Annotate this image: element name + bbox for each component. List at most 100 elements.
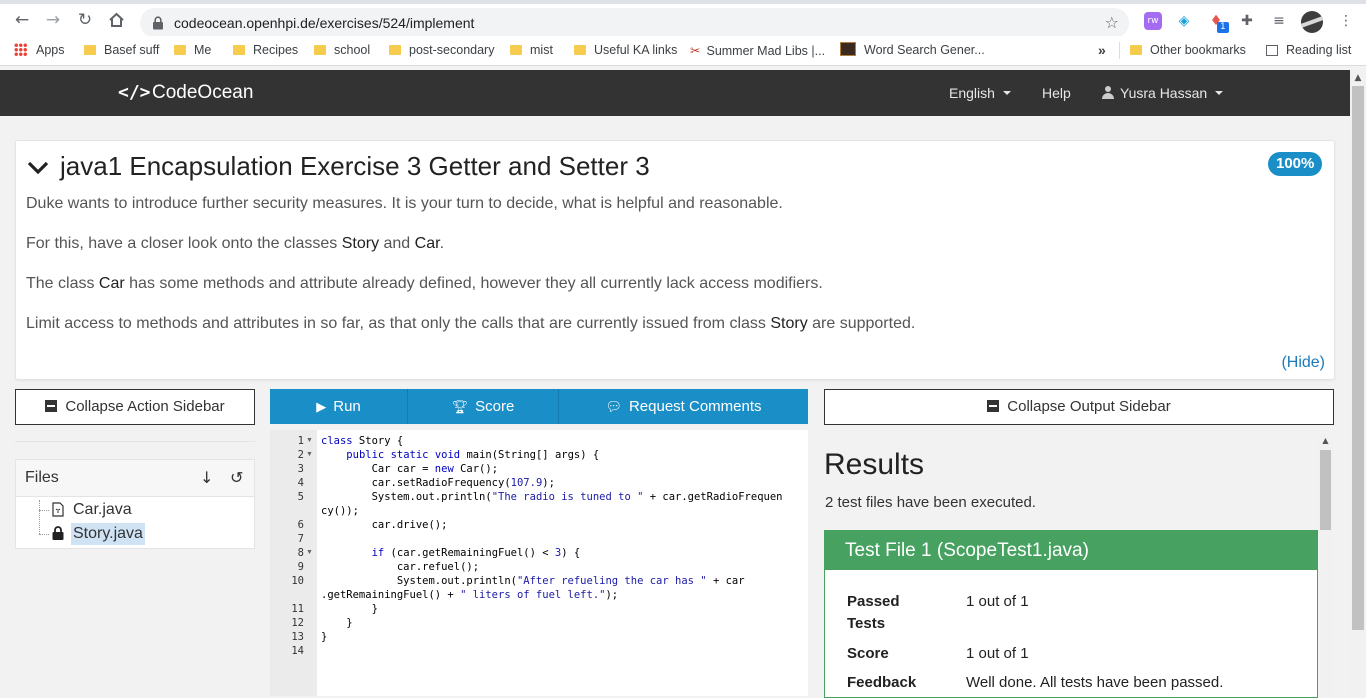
bookmark-folder[interactable]: Recipes bbox=[233, 36, 298, 65]
code-line[interactable]: } bbox=[321, 602, 378, 616]
media-queue-icon[interactable]: ≡ bbox=[1270, 12, 1288, 30]
code-line[interactable]: System.out.println("After refueling the … bbox=[321, 574, 745, 588]
files-title: Files bbox=[25, 469, 59, 486]
code-line[interactable]: car.refuel(); bbox=[321, 560, 479, 574]
fold-arrow-icon[interactable]: ▼ bbox=[306, 546, 313, 560]
results-title: Results bbox=[824, 448, 925, 481]
page-scrollbar-thumb[interactable] bbox=[1352, 86, 1364, 630]
folder-icon bbox=[233, 45, 245, 55]
other-bookmarks[interactable]: Other bookmarks bbox=[1130, 36, 1246, 65]
passed-tests-value: 1 out of 1 bbox=[966, 593, 1029, 610]
bookmark-folder[interactable]: Basef suff bbox=[84, 36, 159, 65]
line-number: 13 bbox=[291, 631, 304, 643]
lock-icon bbox=[152, 16, 164, 30]
hide-description-link[interactable]: (Hide) bbox=[1281, 354, 1325, 372]
minus-square-icon bbox=[987, 400, 1000, 412]
history-icon[interactable]: ↺ bbox=[230, 460, 243, 496]
results-summary: 2 test files have been executed. bbox=[825, 494, 1036, 511]
page-scrollbar[interactable]: ▲ bbox=[1350, 70, 1366, 696]
test-file-header: Test File 1 (ScopeTest1.java) bbox=[825, 531, 1317, 570]
file-item-car-java[interactable]: Car.java bbox=[71, 499, 134, 521]
scroll-up-arrow-icon[interactable]: ▲ bbox=[1318, 434, 1333, 448]
chevron-down-icon[interactable] bbox=[26, 155, 50, 179]
collapse-action-sidebar-button[interactable]: Collapse Action Sidebar bbox=[15, 389, 255, 425]
file-item-story-java[interactable]: Story.java bbox=[71, 523, 145, 545]
code-line[interactable]: } bbox=[321, 630, 327, 644]
comment-icon: 💬︎ bbox=[605, 400, 622, 415]
apps-grid-icon bbox=[14, 43, 27, 56]
home-icon[interactable] bbox=[108, 12, 125, 28]
reading-list[interactable]: Reading list bbox=[1266, 36, 1351, 65]
extensions-puzzle-icon[interactable]: ✚ bbox=[1238, 12, 1256, 30]
help-link[interactable]: Help bbox=[1042, 70, 1071, 116]
progress-badge: 100% bbox=[1268, 152, 1323, 176]
browser-menu-icon[interactable]: ⋮ bbox=[1337, 12, 1355, 30]
back-arrow-icon[interactable]: ← bbox=[10, 4, 34, 36]
line-number: 12 bbox=[291, 617, 304, 629]
bookmark-folder[interactable]: school bbox=[314, 36, 370, 65]
code-line[interactable]: car.drive(); bbox=[321, 518, 448, 532]
code-line[interactable]: Car car = new Car(); bbox=[321, 462, 498, 476]
user-menu[interactable]: Yusra Hassan bbox=[1102, 70, 1224, 116]
java-file-icon bbox=[52, 502, 64, 517]
code-logo-icon[interactable]: </> bbox=[118, 70, 151, 116]
user-icon bbox=[1102, 86, 1114, 99]
app-name[interactable]: CodeOcean bbox=[152, 70, 253, 116]
folder-icon bbox=[510, 45, 522, 55]
reload-icon[interactable]: ↻ bbox=[73, 4, 97, 36]
line-number: 4 bbox=[297, 477, 304, 489]
forward-arrow-icon[interactable]: → bbox=[41, 4, 65, 36]
scroll-up-arrow-icon[interactable]: ▲ bbox=[1350, 70, 1366, 86]
address-bar[interactable]: codeocean.openhpi.de/exercises/524/imple… bbox=[140, 8, 1129, 38]
bookmark-folder[interactable]: Useful KA links bbox=[574, 36, 677, 65]
request-comments-button[interactable]: 💬︎ Request Comments bbox=[559, 389, 808, 424]
code-line[interactable]: } bbox=[321, 616, 352, 630]
test-file-title: Test File 1 (ScopeTest1.java) bbox=[845, 540, 1089, 561]
fold-arrow-icon[interactable]: ▼ bbox=[306, 448, 313, 462]
collapse-output-sidebar-button[interactable]: Collapse Output Sidebar bbox=[824, 389, 1334, 425]
code-line[interactable]: System.out.println("The radio is tuned t… bbox=[321, 490, 783, 504]
bookmark-folder[interactable]: post-secondary bbox=[389, 36, 494, 65]
code-line[interactable]: .getRemainingFuel() + " liters of fuel l… bbox=[321, 588, 618, 602]
line-number: 8 bbox=[297, 547, 304, 559]
code-line[interactable]: car.setRadioFrequency(107.9); bbox=[321, 476, 555, 490]
line-number bbox=[270, 504, 304, 518]
folder-icon bbox=[84, 45, 96, 55]
extension-diamond-icon[interactable]: ◈ bbox=[1175, 12, 1193, 30]
bookmark-apps[interactable]: Apps bbox=[14, 36, 65, 65]
bookmark-folder[interactable]: Me bbox=[174, 36, 211, 65]
fold-arrow-icon[interactable]: ▼ bbox=[306, 434, 313, 448]
browser-toolbar: ← → ↻ codeocean.openhpi.de/exercises/524… bbox=[0, 4, 1366, 38]
bookmark-star-icon[interactable]: ☆ bbox=[1105, 8, 1119, 38]
tree-line bbox=[39, 510, 49, 511]
profile-avatar[interactable] bbox=[1301, 11, 1323, 33]
code-line[interactable]: class Story { bbox=[321, 434, 403, 448]
line-number bbox=[270, 588, 304, 602]
bookmark-folder[interactable]: mist bbox=[510, 36, 553, 65]
code-line[interactable]: cy()); bbox=[321, 504, 359, 518]
feedback-label: Feedback bbox=[847, 674, 917, 691]
folder-icon bbox=[389, 45, 401, 55]
download-arrow-icon[interactable]: ↓ bbox=[200, 460, 213, 496]
extension-puzzle-purple-icon[interactable]: rw bbox=[1144, 12, 1162, 30]
tree-line bbox=[39, 500, 41, 534]
results-scrollbar[interactable]: ▲ bbox=[1318, 434, 1333, 696]
language-dropdown[interactable]: English bbox=[949, 70, 1011, 116]
tree-line bbox=[39, 534, 49, 535]
description-paragraph: The class Car has some methods and attri… bbox=[26, 275, 823, 292]
extension-shapes-icon[interactable]: ♦ 1 bbox=[1207, 12, 1229, 33]
bookmark-wordsearch[interactable]: Word Search Gener... bbox=[840, 36, 985, 65]
code-line[interactable]: public static void main(String[] args) { bbox=[321, 448, 599, 462]
exercise-description-card: java1 Encapsulation Exercise 3 Getter an… bbox=[15, 140, 1335, 380]
code-line[interactable]: if (car.getRemainingFuel() < 3) { bbox=[321, 546, 581, 560]
score-button[interactable]: 🏆︎ Score bbox=[408, 389, 559, 424]
line-number: 9 bbox=[297, 561, 304, 573]
line-number: 7 bbox=[297, 533, 304, 545]
bookmarks-bar: Apps Basef suff Me Recipes school post-s… bbox=[0, 36, 1366, 66]
code-editor[interactable]: 1 ▼ 2 ▼ 3 4 5 6 7 8 ▼ 9 10 11 12 13 14 class Story { pub… bbox=[270, 430, 808, 696]
run-button[interactable]: ▶ Run bbox=[270, 389, 408, 424]
results-scrollbar-thumb[interactable] bbox=[1320, 450, 1331, 530]
bookmark-madlibs[interactable]: ✂ Summer Mad Libs |... bbox=[690, 36, 825, 65]
bookmarks-overflow-button[interactable]: » bbox=[1098, 36, 1106, 65]
folder-icon bbox=[1130, 45, 1142, 55]
